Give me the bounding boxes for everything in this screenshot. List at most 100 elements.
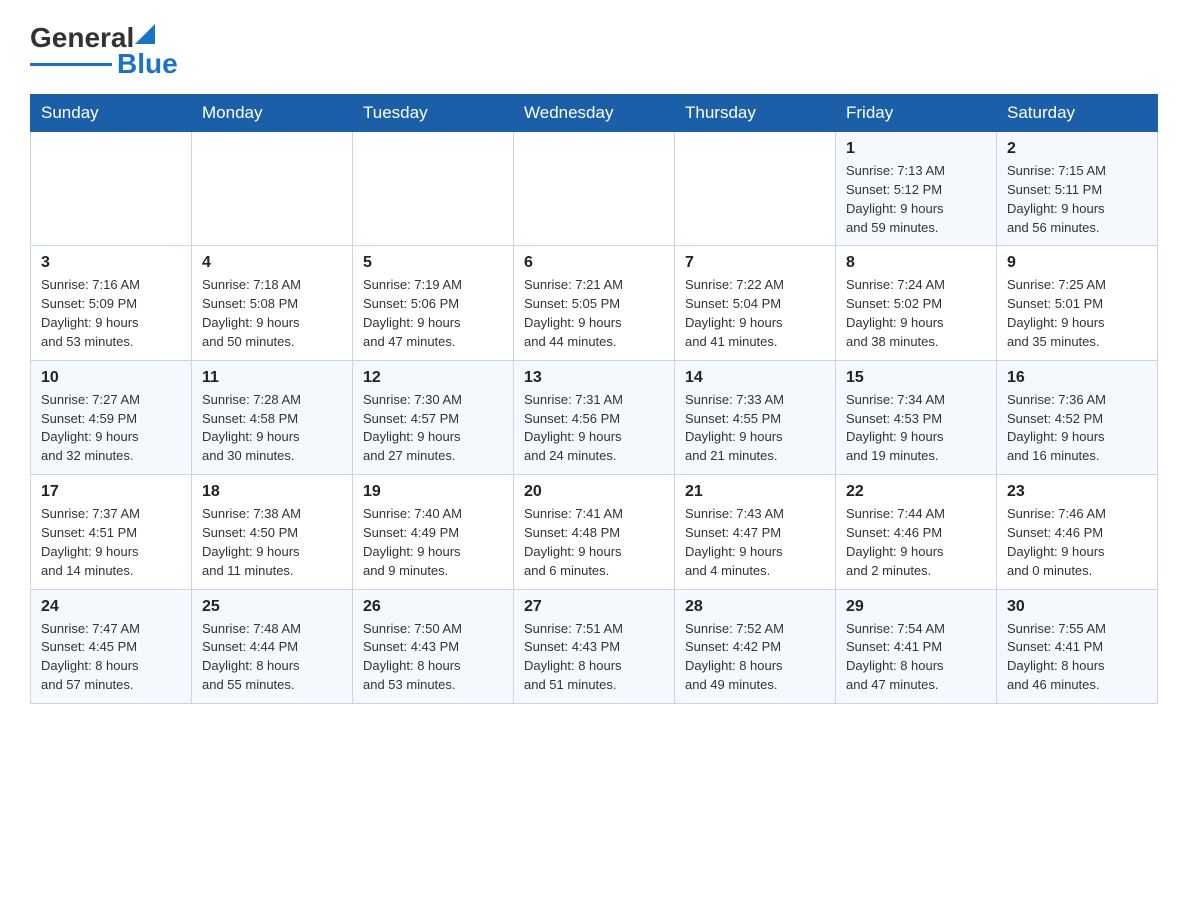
day-number: 22 (846, 483, 986, 501)
calendar-table: SundayMondayTuesdayWednesdayThursdayFrid… (30, 94, 1158, 704)
table-cell: 3 Sunrise: 7:16 AM Sunset: 5:09 PM Daylig… (31, 246, 192, 360)
day-number: 27 (524, 598, 664, 616)
table-cell: 19 Sunrise: 7:40 AM Sunset: 4:49 PM Dayli… (353, 475, 514, 589)
table-cell: 13Sunrise: 7:31 AM Sunset: 4:56 PM Dayli… (514, 360, 675, 474)
day-number: 2 (1007, 140, 1147, 158)
day-number: 26 (363, 598, 503, 616)
header-monday: Monday (192, 95, 353, 132)
header-friday: Friday (836, 95, 997, 132)
table-cell: 6Sunrise: 7:21 AM Sunset: 5:05 PM Daylig… (514, 246, 675, 360)
day-info: Sunrise: 7:37 AM Sunset: 4:51 PM Dayligh… (41, 505, 181, 580)
header: General Blue (30, 24, 1158, 78)
header-sunday: Sunday (31, 95, 192, 132)
table-cell: 14 Sunrise: 7:33 AM Sunset: 4:55 PM Dayli… (675, 360, 836, 474)
table-cell: 11Sunrise: 7:28 AM Sunset: 4:58 PM Dayli… (192, 360, 353, 474)
day-number: 17 (41, 483, 181, 501)
day-info: Sunrise: 7:38 AM Sunset: 4:50 PM Dayligh… (202, 505, 342, 580)
table-cell: 17 Sunrise: 7:37 AM Sunset: 4:51 PM Dayli… (31, 475, 192, 589)
day-number: 11 (202, 369, 342, 387)
day-info: Sunrise: 7:13 AM Sunset: 5:12 PM Dayligh… (846, 162, 986, 237)
day-number: 19 (363, 483, 503, 501)
day-number: 4 (202, 254, 342, 272)
day-info: Sunrise: 7:30 AM Sunset: 4:57 PM Dayligh… (363, 391, 503, 466)
table-cell: 5Sunrise: 7:19 AM Sunset: 5:06 PM Daylig… (353, 246, 514, 360)
day-info: Sunrise: 7:36 AM Sunset: 4:52 PM Dayligh… (1007, 391, 1147, 466)
table-cell: 9Sunrise: 7:25 AM Sunset: 5:01 PM Daylig… (997, 246, 1158, 360)
week-row-1: 1 Sunrise: 7:13 AM Sunset: 5:12 PM Daylig… (31, 132, 1158, 246)
day-number: 8 (846, 254, 986, 272)
table-cell: 7 Sunrise: 7:22 AM Sunset: 5:04 PM Daylig… (675, 246, 836, 360)
day-info: Sunrise: 7:16 AM Sunset: 5:09 PM Dayligh… (41, 276, 181, 351)
logo-blue-text: Blue (117, 50, 178, 78)
table-cell: 29 Sunrise: 7:54 AM Sunset: 4:41 PM Dayli… (836, 589, 997, 703)
day-info: Sunrise: 7:52 AM Sunset: 4:42 PM Dayligh… (685, 620, 825, 695)
day-info: Sunrise: 7:40 AM Sunset: 4:49 PM Dayligh… (363, 505, 503, 580)
table-cell (31, 132, 192, 246)
table-cell: 21Sunrise: 7:43 AM Sunset: 4:47 PM Dayli… (675, 475, 836, 589)
day-number: 21 (685, 483, 825, 501)
table-cell: 23Sunrise: 7:46 AM Sunset: 4:46 PM Dayli… (997, 475, 1158, 589)
day-info: Sunrise: 7:15 AM Sunset: 5:11 PM Dayligh… (1007, 162, 1147, 237)
table-cell: 27 Sunrise: 7:51 AM Sunset: 4:43 PM Dayli… (514, 589, 675, 703)
day-number: 28 (685, 598, 825, 616)
table-cell: 10 Sunrise: 7:27 AM Sunset: 4:59 PM Dayli… (31, 360, 192, 474)
day-info: Sunrise: 7:44 AM Sunset: 4:46 PM Dayligh… (846, 505, 986, 580)
day-number: 16 (1007, 369, 1147, 387)
week-row-3: 10 Sunrise: 7:27 AM Sunset: 4:59 PM Dayli… (31, 360, 1158, 474)
day-info: Sunrise: 7:22 AM Sunset: 5:04 PM Dayligh… (685, 276, 825, 351)
day-number: 9 (1007, 254, 1147, 272)
table-cell: 15 Sunrise: 7:34 AM Sunset: 4:53 PM Dayli… (836, 360, 997, 474)
day-info: Sunrise: 7:47 AM Sunset: 4:45 PM Dayligh… (41, 620, 181, 695)
table-cell: 1 Sunrise: 7:13 AM Sunset: 5:12 PM Daylig… (836, 132, 997, 246)
header-tuesday: Tuesday (353, 95, 514, 132)
table-cell: 4 Sunrise: 7:18 AM Sunset: 5:08 PM Daylig… (192, 246, 353, 360)
table-cell: 22 Sunrise: 7:44 AM Sunset: 4:46 PM Dayli… (836, 475, 997, 589)
day-number: 23 (1007, 483, 1147, 501)
day-info: Sunrise: 7:27 AM Sunset: 4:59 PM Dayligh… (41, 391, 181, 466)
day-number: 6 (524, 254, 664, 272)
day-info: Sunrise: 7:24 AM Sunset: 5:02 PM Dayligh… (846, 276, 986, 351)
day-number: 15 (846, 369, 986, 387)
day-number: 20 (524, 483, 664, 501)
day-info: Sunrise: 7:51 AM Sunset: 4:43 PM Dayligh… (524, 620, 664, 695)
day-info: Sunrise: 7:34 AM Sunset: 4:53 PM Dayligh… (846, 391, 986, 466)
table-cell: 2 Sunrise: 7:15 AM Sunset: 5:11 PM Daylig… (997, 132, 1158, 246)
header-thursday: Thursday (675, 95, 836, 132)
table-cell (353, 132, 514, 246)
week-row-4: 17 Sunrise: 7:37 AM Sunset: 4:51 PM Dayli… (31, 475, 1158, 589)
table-cell: 26 Sunrise: 7:50 AM Sunset: 4:43 PM Dayli… (353, 589, 514, 703)
table-cell: 18 Sunrise: 7:38 AM Sunset: 4:50 PM Dayli… (192, 475, 353, 589)
logo: General Blue (30, 24, 178, 78)
logo-triangle-icon (135, 24, 155, 44)
day-info: Sunrise: 7:19 AM Sunset: 5:06 PM Dayligh… (363, 276, 503, 351)
table-cell: 8 Sunrise: 7:24 AM Sunset: 5:02 PM Daylig… (836, 246, 997, 360)
logo-line (30, 63, 112, 66)
day-info: Sunrise: 7:33 AM Sunset: 4:55 PM Dayligh… (685, 391, 825, 466)
table-cell: 12Sunrise: 7:30 AM Sunset: 4:57 PM Dayli… (353, 360, 514, 474)
day-number: 7 (685, 254, 825, 272)
day-number: 1 (846, 140, 986, 158)
header-wednesday: Wednesday (514, 95, 675, 132)
day-number: 29 (846, 598, 986, 616)
day-number: 13 (524, 369, 664, 387)
weekday-header-row: SundayMondayTuesdayWednesdayThursdayFrid… (31, 95, 1158, 132)
day-number: 18 (202, 483, 342, 501)
table-cell: 24Sunrise: 7:47 AM Sunset: 4:45 PM Dayli… (31, 589, 192, 703)
day-info: Sunrise: 7:41 AM Sunset: 4:48 PM Dayligh… (524, 505, 664, 580)
day-number: 14 (685, 369, 825, 387)
table-cell: 20 Sunrise: 7:41 AM Sunset: 4:48 PM Dayli… (514, 475, 675, 589)
day-number: 3 (41, 254, 181, 272)
day-info: Sunrise: 7:18 AM Sunset: 5:08 PM Dayligh… (202, 276, 342, 351)
day-info: Sunrise: 7:50 AM Sunset: 4:43 PM Dayligh… (363, 620, 503, 695)
day-number: 10 (41, 369, 181, 387)
table-cell: 16 Sunrise: 7:36 AM Sunset: 4:52 PM Dayli… (997, 360, 1158, 474)
table-cell (192, 132, 353, 246)
table-cell: 28 Sunrise: 7:52 AM Sunset: 4:42 PM Dayli… (675, 589, 836, 703)
table-cell (514, 132, 675, 246)
table-cell: 30Sunrise: 7:55 AM Sunset: 4:41 PM Dayli… (997, 589, 1158, 703)
table-cell (675, 132, 836, 246)
table-cell: 25Sunrise: 7:48 AM Sunset: 4:44 PM Dayli… (192, 589, 353, 703)
day-info: Sunrise: 7:54 AM Sunset: 4:41 PM Dayligh… (846, 620, 986, 695)
week-row-2: 3 Sunrise: 7:16 AM Sunset: 5:09 PM Daylig… (31, 246, 1158, 360)
day-number: 30 (1007, 598, 1147, 616)
